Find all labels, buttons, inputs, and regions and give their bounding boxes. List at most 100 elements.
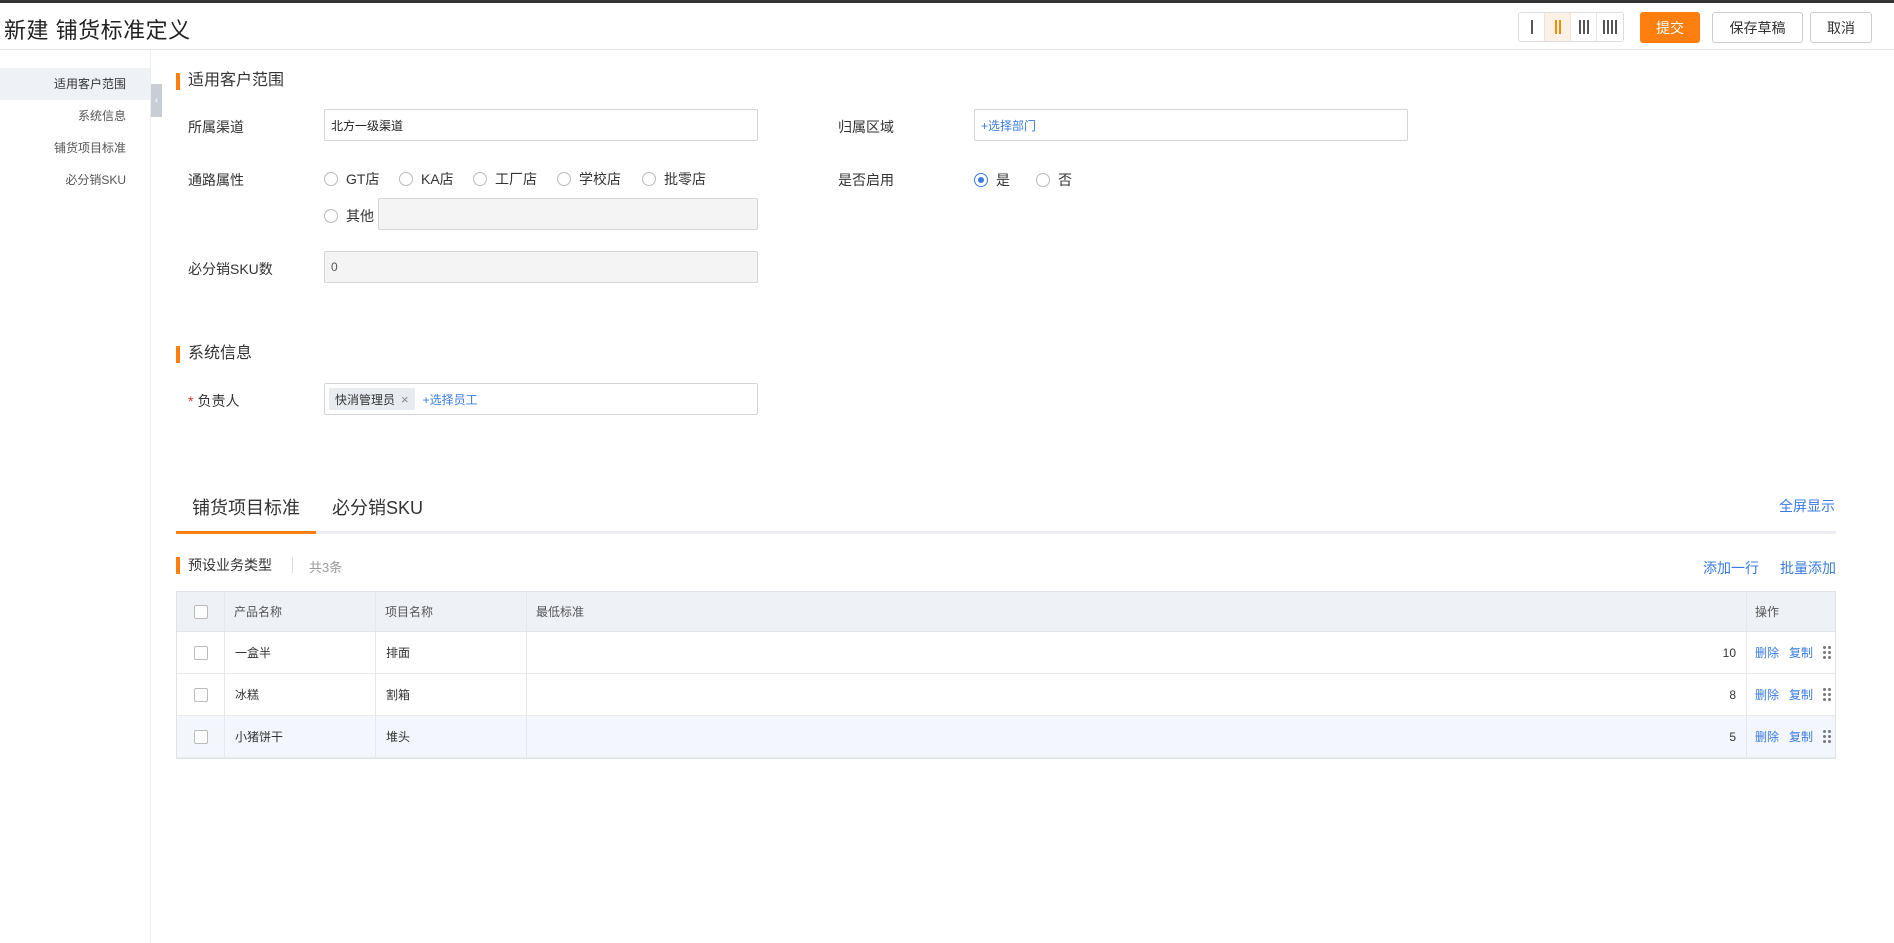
table-header: 产品名称 项目名称 最低标准 操作: [177, 592, 1835, 632]
add-row-link[interactable]: 添加一行: [1703, 558, 1759, 578]
enabled-option-label: 是: [996, 172, 1010, 188]
route-option-gt[interactable]: GT店: [324, 169, 379, 189]
one-column-icon: [1530, 20, 1533, 34]
three-column-icon: [1578, 20, 1589, 34]
enabled-option-yes[interactable]: 是: [974, 170, 1010, 190]
route-option-label: KA店: [421, 171, 454, 187]
tab-standard[interactable]: 铺货项目标准: [176, 494, 316, 534]
product-cell: 一盒半: [235, 646, 272, 660]
column-header-actions: 操作: [1755, 605, 1780, 619]
save-draft-button[interactable]: 保存草稿: [1712, 12, 1803, 43]
table-section-title: 预设业务类型: [176, 556, 272, 574]
owner-label: * 负责人: [188, 391, 239, 411]
delete-link[interactable]: 删除: [1755, 728, 1779, 745]
owner-tag-label: 快消管理员: [335, 392, 396, 407]
radio-circle-checked: [974, 173, 988, 187]
select-all-checkbox[interactable]: [194, 592, 208, 631]
detail-tabs: 铺货项目标准 必分销SKU: [176, 484, 1836, 534]
layout-2-column-button[interactable]: [1545, 13, 1571, 41]
sidebar-collapse-icon[interactable]: ‹: [151, 84, 162, 117]
route-label: 通路属性: [188, 172, 244, 188]
copy-link[interactable]: 复制: [1789, 686, 1813, 703]
drag-handle-icon[interactable]: [1823, 688, 1832, 701]
row-checkbox[interactable]: [194, 632, 208, 673]
page-title: 新建 铺货标准定义: [4, 18, 191, 43]
divider: [292, 557, 293, 573]
select-employee-link[interactable]: +选择员工: [423, 391, 478, 408]
route-option-ka[interactable]: KA店: [399, 169, 454, 189]
route-option-label: 批零店: [664, 171, 706, 187]
product-cell: 冰糕: [235, 688, 260, 702]
sidebar-item-system[interactable]: 系统信息: [78, 107, 126, 124]
actions-cell: 删除 复制: [1755, 632, 1832, 673]
min-cell: 8: [1729, 687, 1736, 702]
two-column-icon: [1554, 20, 1561, 34]
layout-3-column-button[interactable]: [1571, 13, 1597, 41]
remove-tag-icon[interactable]: ×: [401, 392, 409, 407]
tab-sku[interactable]: 必分销SKU: [332, 494, 423, 534]
owner-tag: 快消管理员 ×: [329, 388, 415, 410]
enabled-option-no[interactable]: 否: [1036, 170, 1072, 190]
region-input[interactable]: +选择部门: [974, 109, 1408, 141]
radio-circle: [399, 172, 413, 186]
fullscreen-link[interactable]: 全屏显示: [1779, 496, 1835, 516]
route-option-other[interactable]: 其他: [324, 206, 374, 226]
layout-4-column-button[interactable]: [1597, 13, 1623, 41]
route-option-label: GT店: [346, 171, 380, 187]
owner-input[interactable]: 快消管理员 × +选择员工: [324, 383, 758, 415]
item-cell: 堆头: [386, 730, 411, 744]
table-row: 一盒半 排面 10 删除 复制: [177, 632, 1835, 674]
cancel-button[interactable]: 取消: [1810, 12, 1872, 43]
owner-label-text: 负责人: [197, 393, 240, 409]
sidebar-item-sku[interactable]: 必分销SKU: [65, 171, 126, 188]
column-layout-switch: [1518, 12, 1624, 42]
delete-link[interactable]: 删除: [1755, 644, 1779, 661]
route-option-wholesale[interactable]: 批零店: [642, 169, 706, 189]
standards-table: 产品名称 项目名称 最低标准 操作 一盒半 排面 10 删除 复制 冰糕 割箱 …: [176, 591, 1836, 759]
drag-handle-icon[interactable]: [1823, 730, 1832, 743]
route-option-label: 工厂店: [495, 171, 537, 187]
route-option-factory[interactable]: 工厂店: [473, 169, 537, 189]
radio-circle: [473, 172, 487, 186]
radio-circle: [642, 172, 656, 186]
product-cell: 小猪饼干: [235, 730, 284, 744]
enabled-option-label: 否: [1058, 172, 1072, 188]
required-marker: *: [188, 393, 194, 409]
copy-link[interactable]: 复制: [1789, 644, 1813, 661]
row-checkbox[interactable]: [194, 716, 208, 757]
sidebar-item-scope[interactable]: 适用客户范围: [0, 68, 150, 100]
submit-button[interactable]: 提交: [1640, 12, 1700, 43]
sku-count-value: 0: [331, 260, 338, 274]
sidebar-item-standard[interactable]: 铺货项目标准: [54, 139, 126, 156]
min-cell: 10: [1722, 645, 1736, 660]
channel-label: 所属渠道: [188, 119, 244, 135]
radio-circle: [324, 209, 338, 223]
region-label: 归属区域: [838, 119, 894, 135]
radio-circle: [557, 172, 571, 186]
column-header-product: 产品名称: [234, 605, 283, 619]
channel-value: 北方一级渠道: [331, 118, 404, 133]
column-header-item: 项目名称: [385, 605, 434, 619]
delete-link[interactable]: 删除: [1755, 686, 1779, 703]
route-option-label: 其他: [346, 208, 374, 224]
radio-circle: [1036, 173, 1050, 187]
route-option-label: 学校店: [579, 171, 621, 187]
enabled-label: 是否启用: [838, 172, 894, 188]
row-checkbox[interactable]: [194, 674, 208, 715]
batch-add-link[interactable]: 批量添加: [1780, 558, 1836, 578]
channel-input[interactable]: 北方一级渠道: [324, 109, 758, 141]
drag-handle-icon[interactable]: [1823, 646, 1832, 659]
sku-count-input: 0: [324, 251, 758, 283]
route-option-school[interactable]: 学校店: [557, 169, 621, 189]
page-header: 新建 铺货标准定义 提交 保存草稿 取消: [0, 3, 1894, 50]
actions-cell: 删除 复制: [1755, 716, 1832, 757]
copy-link[interactable]: 复制: [1789, 728, 1813, 745]
section-title-system: 系统信息: [176, 344, 252, 364]
column-header-min: 最低标准: [536, 605, 585, 619]
four-column-icon: [1603, 20, 1617, 34]
item-cell: 割箱: [386, 688, 411, 702]
sku-count-label: 必分销SKU数: [188, 261, 273, 277]
layout-1-column-button[interactable]: [1519, 13, 1545, 41]
item-cell: 排面: [386, 646, 411, 660]
select-department-link[interactable]: +选择部门: [981, 117, 1036, 134]
